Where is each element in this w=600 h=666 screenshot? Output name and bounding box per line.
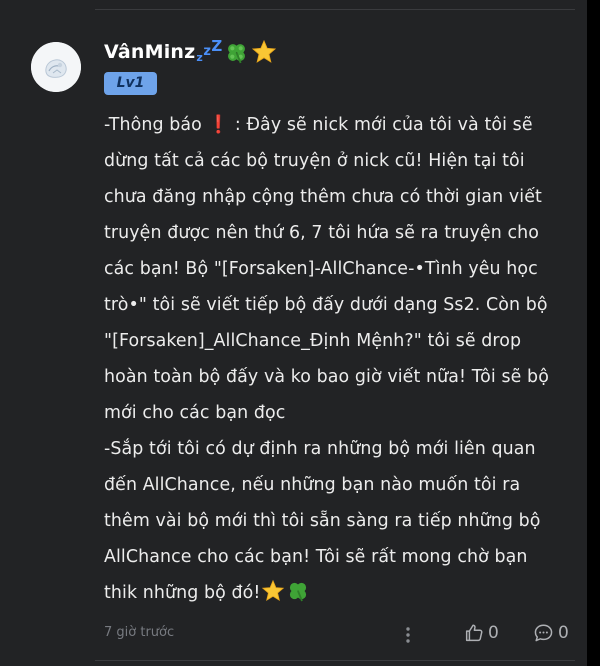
star-icon: [252, 39, 277, 63]
zzz-small: z: [196, 51, 204, 64]
comment-line: trò•" tôi sẽ viết tiếp bộ đấy dưới dạng …: [104, 295, 548, 315]
comment-body: -Thông báo ❗ : Đây sẽ nick mới của tôi v…: [104, 107, 574, 611]
comment-line: hoàn toàn bộ đấy và ko bao giờ viết nữa!…: [104, 367, 549, 387]
reply-button[interactable]: 0: [532, 622, 569, 644]
comment-line: các bạn! Bộ "[Forsaken]-AllChance-•Tình …: [104, 259, 538, 279]
timestamp: 7 giờ trước: [104, 625, 175, 640]
bottom-divider: [95, 660, 575, 661]
clover-icon: [290, 582, 307, 602]
zzz-large: Z: [211, 37, 223, 55]
comment-line: mới cho các bạn đọc: [104, 403, 286, 423]
comment-line: truyện được nên thứ 6, 7 tôi hứa sẽ ra t…: [104, 223, 540, 243]
zzz-medium: z: [203, 44, 212, 59]
comment-line: "[Forsaken]_AllChance_Định Mệnh?" tôi sẽ…: [104, 331, 522, 351]
reply-count: 0: [558, 623, 569, 643]
comment-line: AllChance cho các bạn! Tôi sẽ rất mong c…: [104, 547, 528, 567]
screen: VânMinz z z Z Lv1 -Thông báo ❗: Đây sẽ …: [0, 0, 600, 666]
comment-footer: 7 giờ trước 0 0: [104, 620, 574, 648]
like-count: 0: [488, 623, 499, 643]
comment-line: đến AllChance, nếu những bạn nào muốn tô…: [104, 475, 521, 495]
like-button[interactable]: 0: [463, 622, 499, 644]
more-options-icon[interactable]: [402, 625, 414, 645]
author-name[interactable]: VânMinz: [104, 41, 195, 63]
clover-icon: [228, 43, 246, 63]
avatar[interactable]: [31, 42, 81, 92]
comment-line-last: thik những bộ đó!: [104, 575, 574, 611]
comment-card: VânMinz z z Z Lv1 -Thông báo ❗: Đây sẽ …: [0, 0, 587, 666]
sleep-zzz-icon: z z Z: [196, 37, 224, 67]
level-badge: Lv1: [104, 72, 157, 95]
top-divider: [95, 9, 575, 10]
star-icon: [262, 579, 285, 602]
thumbs-up-icon: [465, 624, 483, 642]
comment-line: -Thông báo ❗ : Đây sẽ nick mới của tôi v…: [104, 115, 533, 135]
comment-line: dừng tất cả các bộ truyện ở nick cũ! Hiệ…: [104, 151, 525, 171]
avatar-image: [31, 42, 81, 92]
comment-line: -Sắp tới tôi có dự định ra những bộ mới …: [104, 439, 536, 459]
comment-line-text: thik những bộ đó!: [104, 583, 261, 603]
author-name-row[interactable]: VânMinz z z Z: [104, 37, 277, 67]
comment-line: thêm vài bộ mới thì tôi sẵn sàng ra tiếp…: [104, 511, 541, 531]
comment-line: chưa đăng nhập cộng thêm chưa có thời gi…: [104, 187, 542, 207]
comment-bubble-icon: [534, 624, 553, 642]
